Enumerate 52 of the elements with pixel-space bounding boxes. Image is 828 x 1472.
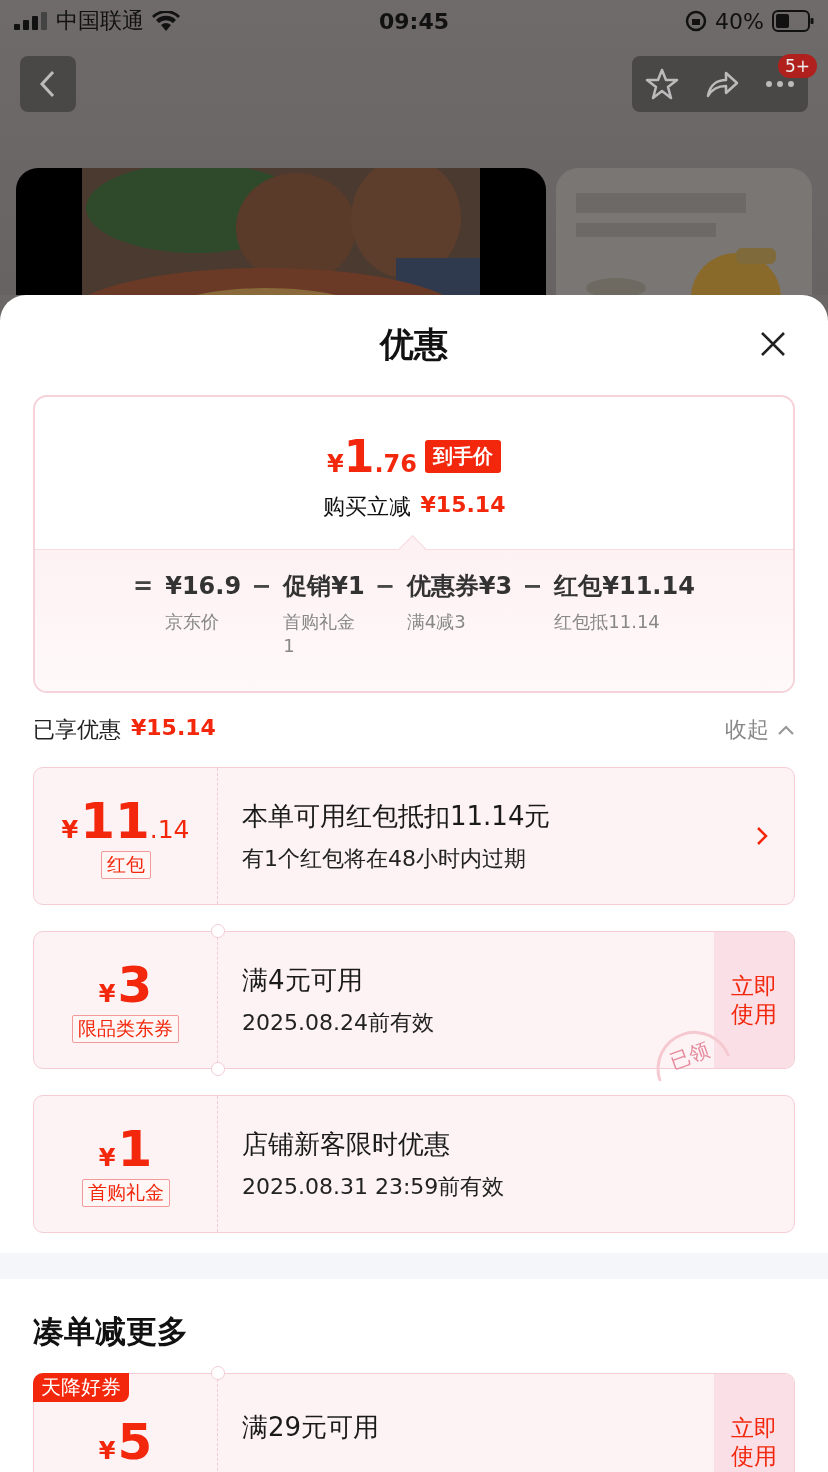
more-icon[interactable] xyxy=(765,80,796,88)
coupon-title: 店铺新客限时优惠 xyxy=(242,1127,451,1161)
rotation-lock-icon xyxy=(685,10,708,32)
price-term: 优惠券¥3 xyxy=(406,571,513,602)
sheet-title: 优惠 xyxy=(380,323,448,366)
use-now-button[interactable]: 立即使用 xyxy=(714,932,794,1068)
price-term: 促销¥1 xyxy=(283,571,365,602)
operator-sign: − xyxy=(522,571,543,602)
coupon-tag: 红包 xyxy=(100,851,151,879)
coupon-amount: ¥11.14 xyxy=(61,793,190,849)
applied-amount: ¥15.14 xyxy=(131,715,216,742)
term-note: 京东价 xyxy=(165,610,221,634)
back-button[interactable] xyxy=(20,56,76,112)
final-price: ¥1.76 xyxy=(327,430,417,482)
section-title: 凑单减更多 xyxy=(32,1312,189,1351)
reduction-label: 购买立减 xyxy=(322,492,411,521)
notification-badge: 5+ xyxy=(777,54,817,78)
clock-time: 09:45 xyxy=(379,8,449,34)
coupon-validity: 有1个红包将在48小时内过期 xyxy=(242,844,527,873)
coupon-amount: ¥3 xyxy=(98,957,153,1013)
star-icon[interactable] xyxy=(644,67,679,101)
coupon-ribbon: 天降好券 xyxy=(32,1372,129,1402)
operator-sign: − xyxy=(374,571,395,602)
coupon-tag: 限品类东券 xyxy=(72,1015,179,1043)
coupon-title: 满29元可用 xyxy=(242,1411,381,1444)
price-term: 红包¥11.14 xyxy=(554,571,695,602)
operator-sign: − xyxy=(251,571,272,602)
collapse-toggle[interactable]: 收起 xyxy=(725,715,795,745)
signal-icon xyxy=(14,12,48,30)
coupon-card[interactable]: ¥11.14 红包 本单可用红包抵扣11.14元 有1个红包将在48小时内过期 xyxy=(33,767,795,905)
price-term: ¥16.9 xyxy=(165,571,242,602)
coupon-tag: 首购礼金 xyxy=(81,1179,170,1207)
operator-sign: = xyxy=(133,571,154,602)
battery-percent: 40% xyxy=(715,8,764,34)
coupon-title: 满4元可用 xyxy=(242,963,364,997)
coupon-validity: 2025.08.31 23:59前有效 xyxy=(242,1172,506,1201)
coupon-title: 本单可用红包抵扣11.14元 xyxy=(242,799,552,833)
close-icon[interactable] xyxy=(760,331,786,357)
term-note: 满4减3 xyxy=(406,610,467,634)
chevron-right-icon[interactable] xyxy=(756,826,768,846)
term-note: 红包抵11.14 xyxy=(554,610,661,634)
coupon-validity: 2025.08.24前有效 xyxy=(242,1008,435,1037)
carrier-name: 中国联通 xyxy=(56,7,144,35)
reduction-amount: ¥15.14 xyxy=(420,491,506,519)
battery-icon xyxy=(772,10,814,32)
term-note: 首购礼金1 xyxy=(283,610,357,658)
coupon-amount: ¥5 xyxy=(98,1414,153,1470)
applied-label: 已享优惠 xyxy=(33,716,121,744)
coupon-amount: ¥1 xyxy=(98,1121,153,1177)
use-now-button[interactable]: 立即使用 xyxy=(714,1374,794,1472)
wifi-icon xyxy=(152,11,180,31)
final-price-tag: 到手价 xyxy=(424,439,501,473)
